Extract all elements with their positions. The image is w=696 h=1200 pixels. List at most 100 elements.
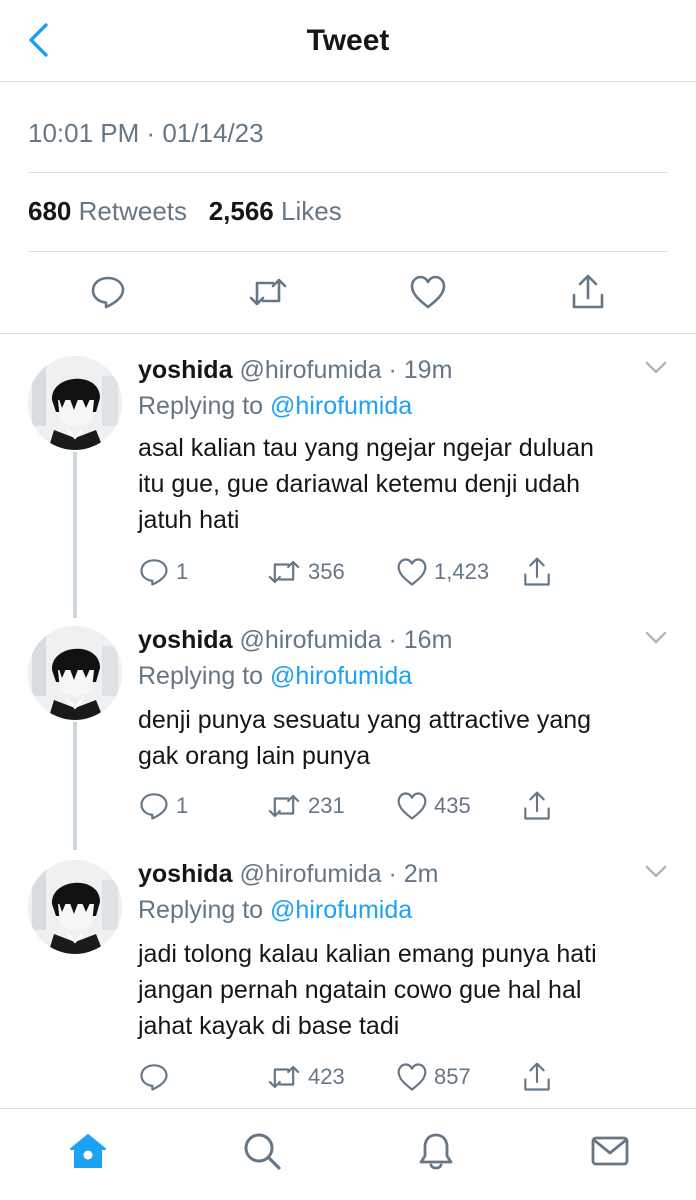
heart-icon [397,792,427,820]
user-handle[interactable]: @hirofumida [239,356,381,384]
share-icon [524,791,550,820]
reply-button[interactable]: 1 [138,789,188,823]
reply-text-line: jatuh hati [138,506,240,534]
tweet-timestamp: 10:01 PM · 01/14/23 [28,118,264,148]
retweet-icon [248,274,288,315]
nav-home[interactable] [66,1131,110,1175]
nav-notifications[interactable] [414,1131,458,1175]
like-button[interactable] [406,272,450,316]
divider [28,172,668,173]
speech-bubble-icon [140,559,168,586]
more-options-button[interactable] [640,358,672,382]
share-icon [570,273,606,316]
mention-link[interactable]: @hirofumida [270,896,412,924]
bottom-nav [0,1108,696,1200]
reply-header: yoshida @hirofumida · 2m [138,860,439,889]
mention-link[interactable]: @hirofumida [270,392,412,420]
reply-header: yoshida @hirofumida · 19m [138,356,452,385]
like-button[interactable]: 435 [396,789,471,823]
mention-link[interactable]: @hirofumida [270,662,412,690]
reply-button[interactable]: 1 [138,555,188,589]
user-handle[interactable]: @hirofumida [239,860,381,888]
replying-to: Replying to @hirofumida [138,392,412,421]
reply-button[interactable] [86,272,130,316]
retweet-button[interactable] [246,272,290,316]
speech-bubble-icon [90,274,126,315]
share-button[interactable] [522,555,552,589]
like-button[interactable]: 857 [396,1060,471,1094]
retweet-count[interactable]: 680 [28,196,71,226]
tweet-action-bar [0,252,696,334]
chevron-down-icon [645,865,667,884]
reply-header: yoshida @hirofumida · 16m [138,626,452,655]
replying-to-label: Replying to [138,662,264,690]
retweet-count: 423 [308,1064,345,1089]
chevron-down-icon [645,361,667,380]
share-button[interactable] [522,789,552,823]
avatar[interactable] [28,356,122,450]
thread-connector [73,722,77,850]
share-button[interactable] [566,272,610,316]
user-handle[interactable]: @hirofumida [239,626,381,654]
replying-to-label: Replying to [138,896,264,924]
retweet-button[interactable]: 356 [266,555,345,589]
avatar[interactable] [28,860,122,954]
nav-messages[interactable] [588,1131,632,1175]
retweets-label[interactable]: Retweets [79,196,187,226]
display-name[interactable]: yoshida [138,356,232,384]
like-count[interactable]: 2,566 [209,196,274,226]
home-icon [68,1132,108,1175]
replying-to: Replying to @hirofumida [138,896,412,925]
speech-bubble-icon [140,1064,168,1091]
more-options-button[interactable] [640,628,672,652]
top-bar: Tweet [0,0,696,82]
like-count: 435 [434,793,471,818]
reply-text: asal kalian tau yang ngejar ngejar dulua… [138,430,678,538]
more-options-button[interactable] [640,862,672,886]
reply-actions: 1 231 435 [138,789,578,823]
retweet-icon [268,794,300,818]
speech-bubble-icon [140,793,168,820]
reply-time: · 19m [388,356,453,384]
share-icon [524,1062,550,1091]
chevron-down-icon [645,631,667,650]
retweet-count: 356 [308,559,345,584]
reply-text: jadi tolong kalau kalian emang punya hat… [138,936,678,1044]
retweet-button[interactable]: 423 [266,1060,345,1094]
nav-search[interactable] [240,1131,284,1175]
reply-text-line: denji punya sesuatu yang attractive yang [138,706,592,734]
reply-text-line: jadi tolong kalau kalian emang punya hat… [138,940,597,968]
reply-text-line: itu gue, gue dariawal ketemu denji udah [138,470,580,498]
replying-to: Replying to @hirofumida [138,662,412,691]
share-button[interactable] [522,1060,552,1094]
reply-actions: 423 857 [138,1060,578,1094]
display-name[interactable]: yoshida [138,626,232,654]
reply-text-line: gak orang lain punya [138,742,371,770]
retweet-button[interactable]: 231 [266,789,345,823]
heart-icon [397,1063,427,1091]
reply-text-line: asal kalian tau yang ngejar ngejar dulua… [138,434,594,462]
thread-connector [73,452,77,618]
bell-icon [417,1131,455,1176]
retweet-icon [268,560,300,584]
display-name[interactable]: yoshida [138,860,232,888]
reply-button[interactable] [138,1060,176,1094]
reply-count: 1 [176,793,189,818]
like-count: 1,423 [434,559,490,584]
like-button[interactable]: 1,423 [396,555,489,589]
heart-icon [409,274,447,315]
reply-count: 1 [176,559,189,584]
reply-actions: 1 356 1,423 [138,555,578,589]
share-icon [524,557,550,586]
reply-text-line: jahat kayak di base tadi [138,1012,400,1040]
likes-label[interactable]: Likes [281,196,342,226]
page-title: Tweet [306,24,390,57]
avatar[interactable] [28,626,122,720]
search-icon [242,1131,282,1176]
reply-text: denji punya sesuatu yang attractive yang… [138,702,678,774]
tweet-stats: 680 Retweets 2,566 Likes [28,196,342,227]
retweet-icon [268,1065,300,1089]
replying-to-label: Replying to [138,392,264,420]
retweet-count: 231 [308,793,345,818]
reply-time: · 16m [388,626,453,654]
